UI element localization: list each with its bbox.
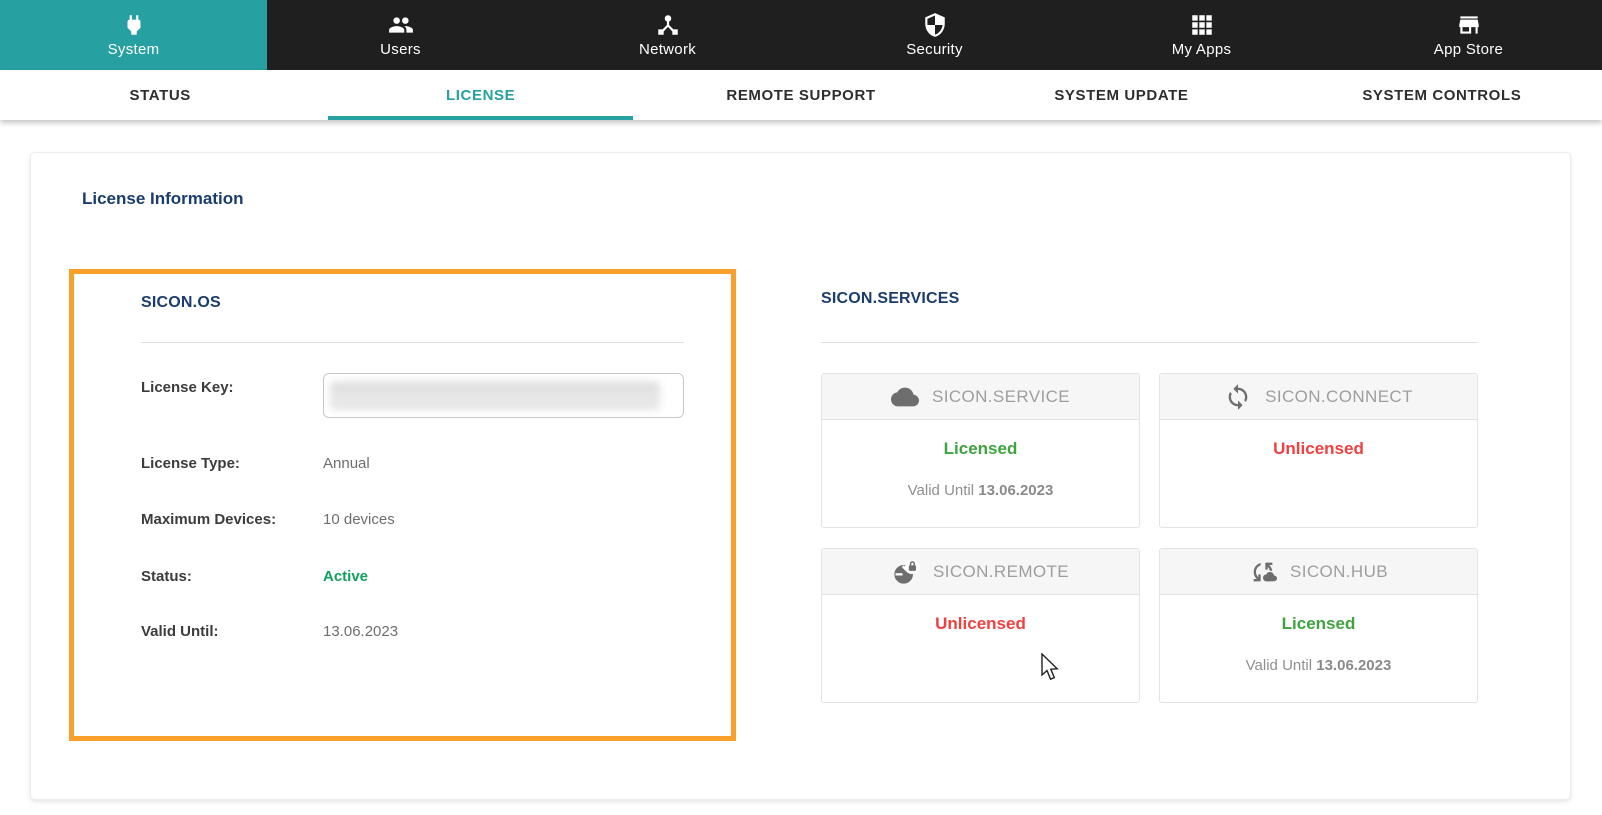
tab-remote-support[interactable]: REMOTE SUPPORT	[641, 70, 961, 120]
license-key-input[interactable]	[323, 373, 684, 418]
service-name: SICON.CONNECT	[1265, 387, 1413, 407]
license-key-row: License Key:	[141, 379, 701, 401]
nav-item-my-apps[interactable]: My Apps	[1068, 0, 1335, 70]
top-navigation: System Users Network Security My Apps	[0, 0, 1602, 70]
card-sicon-service: SICON.SERVICE Licensed Valid Until 13.06…	[821, 373, 1140, 528]
people-icon	[388, 12, 414, 38]
license-status: Unlicensed	[1160, 439, 1477, 459]
card-sicon-connect: SICON.CONNECT Unlicensed	[1159, 373, 1478, 528]
valid-until-label: Valid Until:	[141, 623, 219, 640]
valid-until-value: 13.06.2023	[323, 623, 398, 640]
page-title: License Information	[82, 189, 244, 209]
device-hub-icon	[655, 12, 681, 38]
license-key-label: License Key:	[141, 379, 234, 396]
mouse-cursor	[1041, 653, 1062, 683]
maximum-devices-row: Maximum Devices: 10 devices	[141, 511, 701, 533]
nav-item-app-store[interactable]: App Store	[1335, 0, 1602, 70]
sicon-services-heading: SICON.SERVICES	[821, 290, 960, 308]
status-row: Status: Active	[141, 568, 701, 590]
nav-label: Security	[906, 41, 963, 58]
valid-until-prefix: Valid Until	[908, 482, 974, 499]
nav-item-system[interactable]: System	[0, 0, 267, 70]
valid-until-line: Valid Until 13.06.2023	[1160, 657, 1477, 674]
license-status: Licensed	[822, 439, 1139, 459]
nav-label: Network	[639, 41, 696, 58]
service-name: SICON.HUB	[1290, 562, 1388, 582]
card-header: SICON.CONNECT	[1160, 374, 1477, 420]
nav-item-security[interactable]: Security	[801, 0, 1068, 70]
valid-until-date: 13.06.2023	[978, 482, 1053, 499]
shield-icon	[922, 12, 948, 38]
license-type-label: License Type:	[141, 455, 240, 472]
license-type-value: Annual	[323, 455, 370, 472]
tab-status[interactable]: STATUS	[0, 70, 320, 120]
cloud-icon	[891, 383, 919, 411]
apps-grid-icon	[1189, 12, 1215, 38]
sicon-os-heading: SICON.OS	[141, 294, 221, 312]
tab-license[interactable]: LICENSE	[320, 70, 640, 120]
maximum-devices-value: 10 devices	[323, 511, 395, 528]
valid-until-date: 13.06.2023	[1316, 657, 1391, 674]
app-root: System Users Network Security My Apps	[0, 0, 1602, 815]
service-name: SICON.REMOTE	[933, 562, 1069, 582]
valid-until-line: Valid Until 13.06.2023	[822, 482, 1139, 499]
power-plug-icon	[121, 12, 147, 38]
valid-until-row: Valid Until: 13.06.2023	[141, 623, 701, 645]
tab-system-update[interactable]: SYSTEM UPDATE	[961, 70, 1281, 120]
divider	[141, 342, 684, 343]
valid-until-prefix: Valid Until	[1246, 657, 1312, 674]
status-badge: Active	[323, 568, 368, 585]
nav-label: App Store	[1434, 41, 1503, 58]
blurred-license-key	[330, 382, 660, 410]
divider	[821, 342, 1478, 343]
storefront-icon	[1456, 12, 1482, 38]
cloud-sync-icon	[1249, 558, 1277, 586]
nav-item-network[interactable]: Network	[534, 0, 801, 70]
card-sicon-remote: SICON.REMOTE Unlicensed	[821, 548, 1140, 703]
sync-icon	[1224, 383, 1252, 411]
service-name: SICON.SERVICE	[932, 387, 1070, 407]
card-header: SICON.REMOTE	[822, 549, 1139, 595]
service-cards: SICON.SERVICE Licensed Valid Until 13.06…	[821, 373, 1478, 703]
nav-label: My Apps	[1172, 41, 1232, 58]
system-tab-bar: STATUS LICENSE REMOTE SUPPORT SYSTEM UPD…	[0, 70, 1602, 120]
license-status: Licensed	[1160, 614, 1477, 634]
nav-item-users[interactable]: Users	[267, 0, 534, 70]
tab-system-controls[interactable]: SYSTEM CONTROLS	[1282, 70, 1602, 120]
status-label: Status:	[141, 568, 192, 585]
globe-lock-icon	[892, 558, 920, 586]
card-header: SICON.HUB	[1160, 549, 1477, 595]
nav-label: Users	[380, 41, 421, 58]
license-status: Unlicensed	[822, 614, 1139, 634]
card-sicon-hub: SICON.HUB Licensed Valid Until 13.06.202…	[1159, 548, 1478, 703]
sicon-os-panel: SICON.OS License Key: License Type: Annu…	[69, 269, 736, 741]
card-header: SICON.SERVICE	[822, 374, 1139, 420]
maximum-devices-label: Maximum Devices:	[141, 511, 276, 528]
nav-label: System	[108, 41, 160, 58]
license-type-row: License Type: Annual	[141, 455, 701, 477]
content-card: License Information SICON.OS License Key…	[30, 152, 1571, 800]
